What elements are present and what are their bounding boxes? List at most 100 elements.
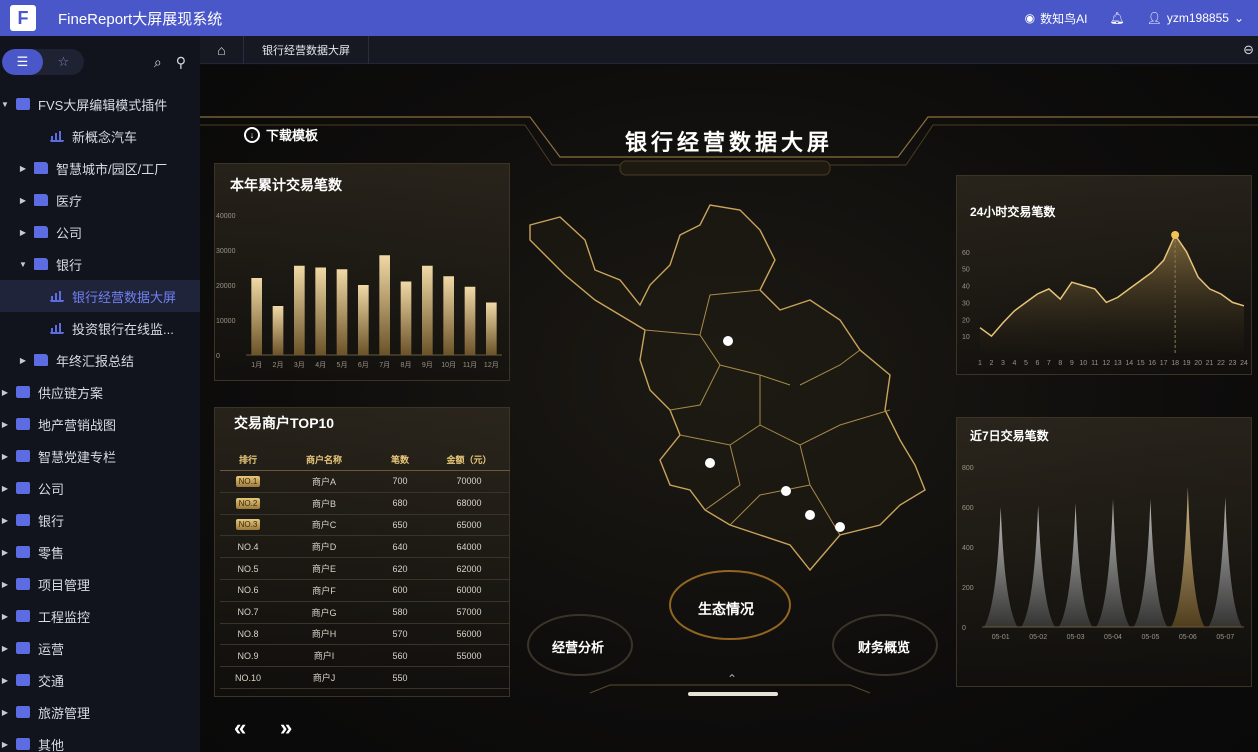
chevron-down-icon[interactable]: ▼ — [0, 100, 10, 109]
sidebar-item[interactable]: ▶ 银行 — [0, 504, 200, 536]
x-tick-label: 05-02 — [1029, 634, 1047, 641]
table-row[interactable]: NO.2 商户B 680 68000 — [220, 493, 510, 515]
map-point[interactable] — [805, 510, 815, 520]
chevron-right-icon[interactable]: ▶ — [0, 516, 10, 525]
next-page-button[interactable]: » — [280, 715, 292, 741]
ai-assistant-button[interactable]: ◉ 数知鸟AI — [1025, 10, 1088, 27]
col-header-count: 笔数 — [390, 455, 409, 465]
table-row[interactable]: NO.1 商户A 700 70000 — [220, 471, 510, 493]
chevron-right-icon[interactable]: ▶ — [0, 644, 10, 653]
tab-active[interactable]: 银行经营数据大屏 — [244, 35, 369, 64]
map-point[interactable] — [705, 458, 715, 468]
chevron-right-icon[interactable]: ▶ — [0, 452, 10, 461]
favorites-tab[interactable]: ☆ — [43, 49, 84, 75]
list-view-tab[interactable]: ☰ — [2, 49, 43, 75]
amount-cell: 55000 — [456, 650, 482, 661]
financial-overview-button[interactable]: 财务概览 — [858, 637, 910, 656]
chevron-right-icon[interactable]: ▶ — [0, 740, 10, 749]
table-row[interactable]: NO.3 商户C 650 65000 — [220, 515, 510, 537]
chevron-right-icon[interactable]: ▶ — [0, 484, 10, 493]
sidebar-item[interactable]: ▼ FVS大屏编辑模式插件 — [0, 88, 200, 120]
sidebar-item[interactable]: ▶ 零售 — [0, 536, 200, 568]
sidebar-item[interactable]: 新概念汽车 — [0, 120, 200, 152]
chevron-right-icon[interactable]: ▶ — [0, 388, 10, 397]
category-icon — [16, 706, 30, 718]
table-row[interactable]: NO.10 商户J 550 — [220, 667, 510, 689]
yearly-bar-chart: 40000 30000 20000 10000 0 1月 2月 3月 4月 5月 6月 7月 8月 9月 1… — [216, 213, 502, 369]
chevron-right-icon[interactable]: ▶ — [0, 580, 10, 589]
sidebar-item[interactable]: 投资银行在线监... — [0, 312, 200, 344]
sidebar-item[interactable]: ▶ 其他 — [0, 728, 200, 752]
chevron-right-icon[interactable]: ▶ — [18, 228, 28, 237]
table-row[interactable]: NO.9 商户I 560 55000 — [220, 645, 510, 668]
y-tick-label: 0 — [216, 353, 220, 360]
bar-1 — [251, 278, 262, 355]
search-icon[interactable]: ⌕ — [154, 54, 162, 71]
chevron-right-icon[interactable]: ▶ — [0, 548, 10, 557]
sidebar-item[interactable]: ▶ 运营 — [0, 632, 200, 664]
more-options-icon[interactable]: ⊖ — [1243, 42, 1254, 58]
sidebar-item[interactable]: ▶ 交通 — [0, 664, 200, 696]
chevron-right-icon[interactable]: ▶ — [18, 356, 28, 365]
table-row[interactable]: NO.4 商户D 640 64000 — [220, 536, 510, 559]
sidebar-item[interactable]: ▶ 公司 — [0, 216, 200, 248]
hourly-area-chart: 6050403020101 2 3 4 5 6 7 8 9 10 11 12 13 14 15 16 17 18 1… — [962, 231, 1248, 367]
x-tick-label: 3月 — [294, 361, 305, 369]
chevron-down-icon[interactable]: ▼ — [18, 260, 28, 269]
map-point[interactable] — [781, 486, 791, 496]
sidebar-item[interactable]: ▶ 旅游管理 — [0, 696, 200, 728]
x-tick-label: 10月 — [441, 361, 456, 369]
chevron-right-icon[interactable]: ▶ — [18, 164, 28, 173]
sidebar-item[interactable]: 银行经营数据大屏 — [0, 280, 200, 312]
table-row[interactable]: NO.6 商户F 600 60000 — [220, 580, 510, 602]
chevron-right-icon[interactable]: ▶ — [0, 612, 10, 621]
category-icon — [16, 610, 30, 622]
page-indicator[interactable] — [688, 692, 778, 696]
category-icon — [16, 514, 30, 526]
sidebar-item[interactable]: ▶ 公司 — [0, 472, 200, 504]
x-tick-label: 9 — [1070, 360, 1074, 367]
peak-3 — [1058, 503, 1093, 627]
dashboard-canvas: ⌃ ↓ 下载模板 银行经营数据大屏 本年累计交易笔数 40000 30000 200… — [200, 65, 1258, 752]
home-tab[interactable]: ⌂ — [200, 35, 244, 64]
sidebar-item-label: 新概念汽车 — [72, 129, 138, 145]
sidebar-item[interactable]: ▶ 工程监控 — [0, 600, 200, 632]
user-menu[interactable]: 👤︎ yzm198855 ⌄ — [1147, 11, 1244, 25]
sidebar-item[interactable]: ▶ 地产营销战图 — [0, 408, 200, 440]
x-tick-label: 12 — [1102, 360, 1110, 367]
map-point[interactable] — [723, 336, 733, 346]
x-tick-label: 05-01 — [992, 634, 1010, 641]
pin-icon[interactable]: ⚲ — [176, 54, 186, 71]
sidebar-item-label: 银行经营数据大屏 — [72, 289, 177, 305]
app-logo-icon[interactable]: F — [10, 5, 36, 31]
sidebar-item-label: 供应链方案 — [38, 385, 104, 401]
table-row[interactable]: NO.5 商户E 620 62000 — [220, 558, 510, 580]
sidebar-item[interactable]: ▼ 银行 — [0, 248, 200, 280]
map-point[interactable] — [835, 522, 845, 532]
sidebar-item[interactable]: ▶ 智慧城市/园区/工厂 — [0, 152, 200, 184]
prev-page-button[interactable]: « — [234, 715, 246, 741]
chevron-right-icon[interactable]: ▶ — [0, 708, 10, 717]
chevron-right-icon[interactable]: ▶ — [0, 420, 10, 429]
x-tick-label: 6 — [1035, 360, 1039, 367]
sidebar-tree: ▼ FVS大屏编辑模式插件 新概念汽车 ▶ 智慧城市/园区/工厂 ▶ 医疗 ▶ 公司 ▼ 银行 银行经… — [0, 88, 200, 752]
table-row[interactable]: NO.7 商户G 580 57000 — [220, 602, 510, 624]
sidebar-item-label: FVS大屏编辑模式插件 — [38, 97, 168, 113]
rank-badge: NO.3 — [235, 519, 261, 531]
sidebar-item-label: 智慧党建专栏 — [38, 449, 117, 465]
chevron-right-icon[interactable]: ▶ — [18, 196, 28, 205]
sidebar-item[interactable]: ▶ 供应链方案 — [0, 376, 200, 408]
ecology-button[interactable]: 生态情况 — [698, 599, 754, 619]
amount-cell: 64000 — [456, 541, 482, 552]
chevron-up-icon[interactable]: ⌃ — [727, 672, 737, 686]
sidebar-item[interactable]: ▶ 医疗 — [0, 184, 200, 216]
table-row[interactable]: NO.8 商户H 570 56000 — [220, 624, 510, 646]
business-analysis-button[interactable]: 经营分析 — [552, 637, 604, 656]
col-header-amount: 金额（元） — [446, 455, 492, 465]
sidebar-item[interactable]: ▶ 项目管理 — [0, 568, 200, 600]
chevron-right-icon[interactable]: ▶ — [0, 676, 10, 685]
notification-bell-icon[interactable]: 🔔︎ — [1109, 11, 1124, 25]
sidebar-item[interactable]: ▶ 智慧党建专栏 — [0, 440, 200, 472]
sidebar-item[interactable]: ▶ 年终汇报总结 — [0, 344, 200, 376]
y-tick-label: 0 — [962, 625, 966, 632]
